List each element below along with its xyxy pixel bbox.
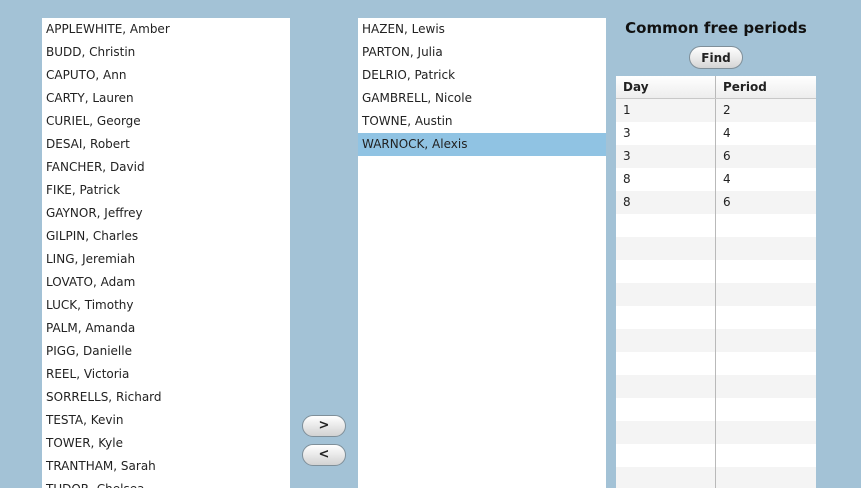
period-cell — [716, 352, 816, 375]
list-item[interactable]: GAMBRELL, Nicole — [358, 87, 606, 110]
table-row[interactable] — [616, 467, 816, 488]
column-header-day[interactable]: Day — [616, 76, 716, 98]
selected-students-list[interactable]: HAZEN, Lewis PARTON, Julia DELRIO, Patrick… — [358, 18, 606, 488]
find-button[interactable]: Find — [689, 46, 743, 69]
list-item[interactable]: WARNOCK, Alexis — [358, 133, 606, 156]
available-students-list[interactable]: APPLEWHITE, Amber BUDD, Christin CAPUTO, A… — [42, 18, 290, 488]
table-row[interactable]: 12 — [616, 99, 816, 122]
list-item[interactable]: GAYNOR, Jeffrey — [42, 202, 290, 225]
day-cell — [616, 375, 716, 398]
table-row[interactable] — [616, 283, 816, 306]
list-item[interactable]: PALM, Amanda — [42, 317, 290, 340]
day-cell — [616, 329, 716, 352]
day-cell — [616, 260, 716, 283]
table-row[interactable] — [616, 352, 816, 375]
grid-header: Day Period — [616, 76, 816, 99]
list-item[interactable]: TOWNE, Austin — [358, 110, 606, 133]
list-item[interactable]: HAZEN, Lewis — [358, 18, 606, 41]
table-row[interactable]: 84 — [616, 168, 816, 191]
period-cell — [716, 283, 816, 306]
list-item[interactable]: CURIEL, George — [42, 110, 290, 133]
period-cell — [716, 398, 816, 421]
period-cell — [716, 421, 816, 444]
list-item[interactable]: FANCHER, David — [42, 156, 290, 179]
list-item[interactable]: GILPIN, Charles — [42, 225, 290, 248]
day-cell — [616, 421, 716, 444]
period-cell — [716, 444, 816, 467]
list-item[interactable]: CAPUTO, Ann — [42, 64, 290, 87]
period-cell: 6 — [723, 149, 731, 163]
list-item[interactable]: TUDOR, Chelsea — [42, 478, 290, 488]
add-student-button[interactable]: > — [302, 415, 346, 437]
list-item[interactable]: TRANTHAM, Sarah — [42, 455, 290, 478]
period-cell — [716, 214, 816, 237]
day-cell: 8 — [616, 191, 716, 214]
period-cell — [716, 260, 816, 283]
list-item[interactable]: BUDD, Christin — [42, 41, 290, 64]
period-cell — [716, 329, 816, 352]
period-cell — [716, 467, 816, 488]
period-cell — [716, 237, 816, 260]
day-cell — [616, 237, 716, 260]
list-item[interactable]: PARTON, Julia — [358, 41, 606, 64]
column-header-period[interactable]: Period — [716, 76, 816, 98]
list-item[interactable]: DELRIO, Patrick — [358, 64, 606, 87]
table-row[interactable]: 86 — [616, 191, 816, 214]
table-row[interactable]: 36 — [616, 145, 816, 168]
table-row[interactable] — [616, 329, 816, 352]
table-row[interactable] — [616, 306, 816, 329]
table-row[interactable] — [616, 214, 816, 237]
grid-body: 1234368486 — [616, 99, 816, 488]
table-row[interactable] — [616, 444, 816, 467]
free-periods-title: Common free periods — [625, 19, 807, 37]
list-item[interactable]: CARTY, Lauren — [42, 87, 290, 110]
list-item[interactable]: FIKE, Patrick — [42, 179, 290, 202]
table-row[interactable] — [616, 375, 816, 398]
period-cell: 2 — [723, 103, 731, 117]
list-item[interactable]: LOVATO, Adam — [42, 271, 290, 294]
day-cell: 3 — [616, 122, 716, 145]
list-item[interactable]: TESTA, Kevin — [42, 409, 290, 432]
remove-student-button[interactable]: < — [302, 444, 346, 466]
day-cell — [616, 398, 716, 421]
day-cell — [616, 444, 716, 467]
table-row[interactable] — [616, 237, 816, 260]
list-item[interactable]: DESAI, Robert — [42, 133, 290, 156]
list-item[interactable]: LING, Jeremiah — [42, 248, 290, 271]
day-cell: 3 — [616, 145, 716, 168]
table-row[interactable]: 34 — [616, 122, 816, 145]
day-cell: 8 — [616, 168, 716, 191]
day-cell: 1 — [616, 99, 716, 122]
period-cell: 6 — [723, 195, 731, 209]
day-cell — [616, 306, 716, 329]
period-cell: 4 — [723, 126, 731, 140]
day-cell — [616, 467, 716, 488]
free-periods-grid: Day Period 1234368486 — [616, 76, 816, 488]
period-cell: 4 — [723, 172, 731, 186]
table-row[interactable] — [616, 398, 816, 421]
day-cell — [616, 283, 716, 306]
list-item[interactable]: LUCK, Timothy — [42, 294, 290, 317]
list-item[interactable]: PIGG, Danielle — [42, 340, 290, 363]
list-item[interactable]: APPLEWHITE, Amber — [42, 18, 290, 41]
day-cell — [616, 214, 716, 237]
list-item[interactable]: SORRELLS, Richard — [42, 386, 290, 409]
table-row[interactable] — [616, 260, 816, 283]
day-cell — [616, 352, 716, 375]
list-item[interactable]: TOWER, Kyle — [42, 432, 290, 455]
period-cell — [716, 375, 816, 398]
period-cell — [716, 306, 816, 329]
list-item[interactable]: REEL, Victoria — [42, 363, 290, 386]
table-row[interactable] — [616, 421, 816, 444]
